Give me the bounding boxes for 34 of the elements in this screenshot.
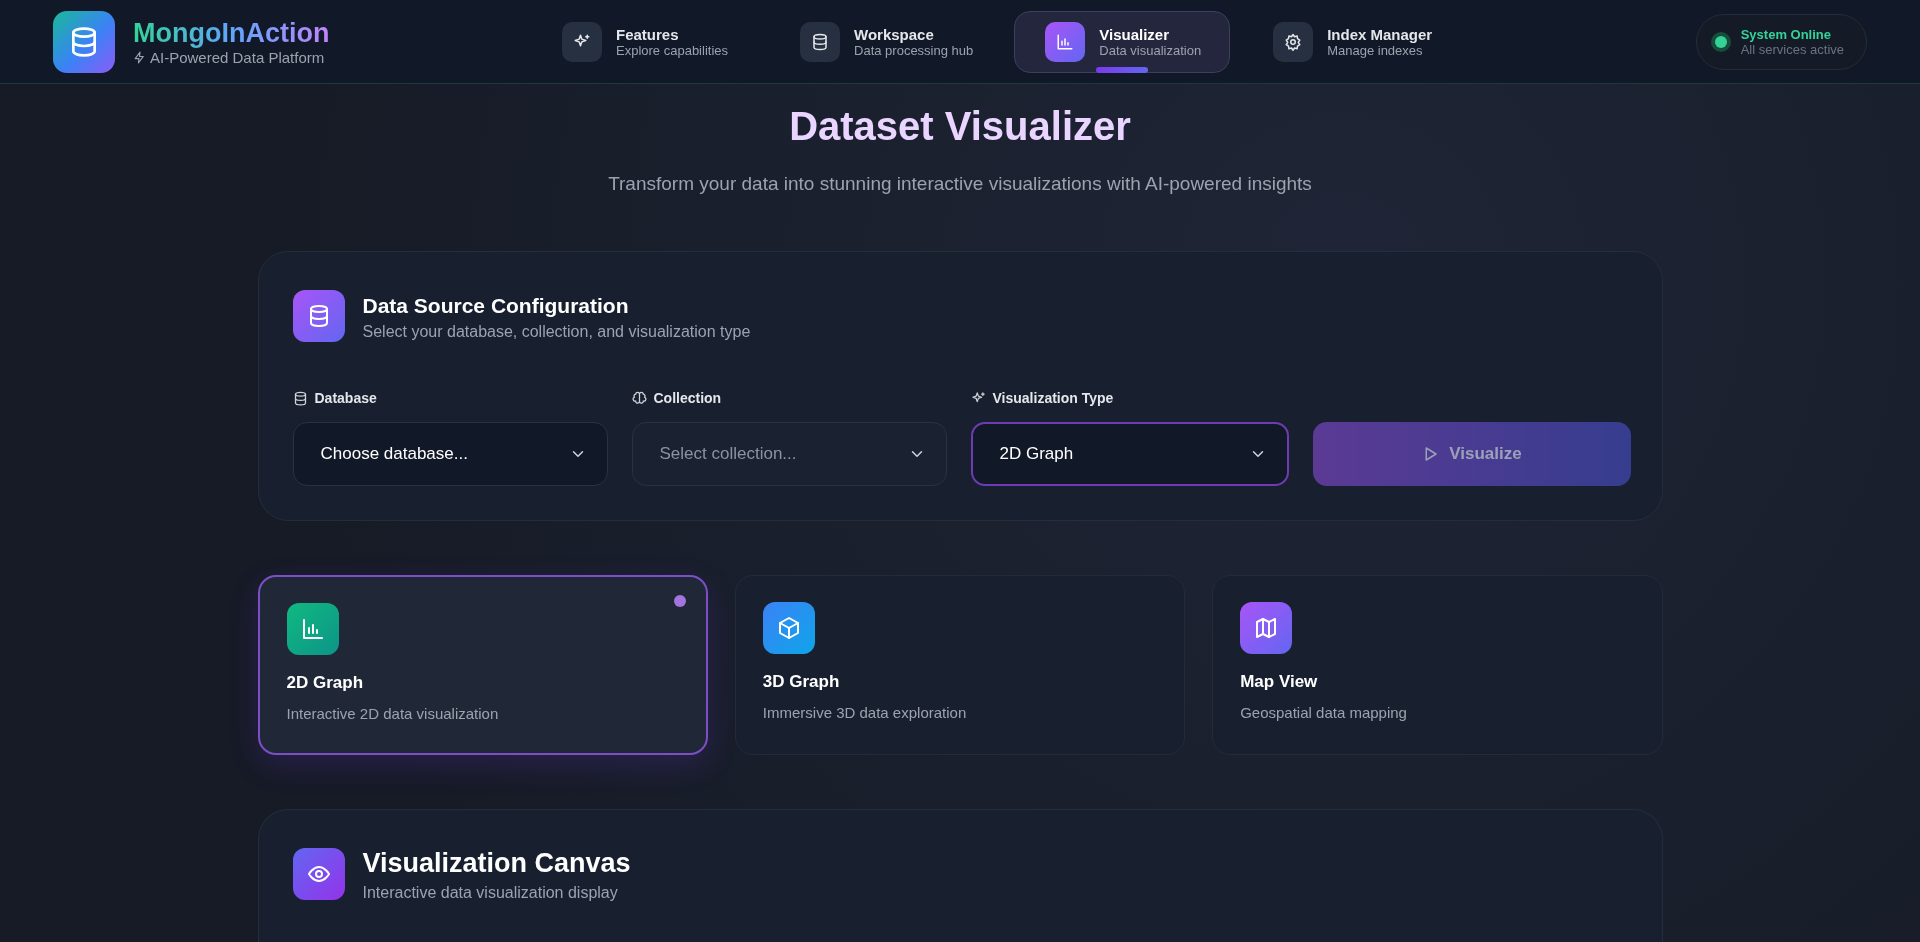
panel-subtitle: Select your database, collection, and visualization type <box>362 323 751 341</box>
panel-title: Data Source Configuration <box>362 294 630 318</box>
bar-chart-icon <box>1056 32 1075 51</box>
status-title: System Online <box>1740 26 1832 42</box>
brand-tagline: AI-Powered Data Platform <box>150 48 325 66</box>
database-icon <box>292 290 345 342</box>
brain-icon <box>631 390 647 406</box>
visualization-type-card[interactable]: 3D Graph Immersive 3D data exploration <box>734 575 1186 755</box>
page-title: Dataset Visualizer <box>788 104 1132 149</box>
map-icon <box>1240 602 1293 654</box>
page-subtitle: Transform your data into stunning interactive visualizations with AI-powered insights <box>607 173 1313 195</box>
database-icon <box>811 32 829 51</box>
select-dropdown[interactable]: 2D Graph <box>970 422 1289 486</box>
select-dropdown[interactable]: Choose database... <box>292 422 608 486</box>
panel-title: Visualization Canvas <box>362 848 631 879</box>
cube-icon <box>762 602 815 654</box>
selected-dot <box>673 595 686 607</box>
panel-subtitle: Interactive data visualization display <box>362 884 619 902</box>
field-label: Database <box>314 390 377 406</box>
field-label: Visualization Type <box>992 390 1114 406</box>
nav-tab[interactable]: Visualizer Data visualization <box>1014 10 1231 73</box>
settings-icon <box>1284 32 1303 51</box>
lightning-icon <box>133 50 146 64</box>
eye-icon <box>292 848 345 900</box>
visualization-type-card[interactable]: Map View Geospatial data mapping <box>1212 575 1663 755</box>
status-subtitle: All services active <box>1740 41 1844 57</box>
field-label: Collection <box>653 390 722 406</box>
database-logo-icon <box>53 10 115 73</box>
nav-tab[interactable]: Features Explore capabilities <box>531 10 757 73</box>
database-icon <box>292 390 308 406</box>
nav-tab[interactable]: Index Manager Manage indexes <box>1242 10 1462 73</box>
visualization-type-card[interactable]: 2D Graph Interactive 2D data visualization <box>257 575 708 755</box>
bar-chart-icon <box>286 603 339 655</box>
nav-tab[interactable]: Workspace Data processing hub <box>769 10 1003 73</box>
